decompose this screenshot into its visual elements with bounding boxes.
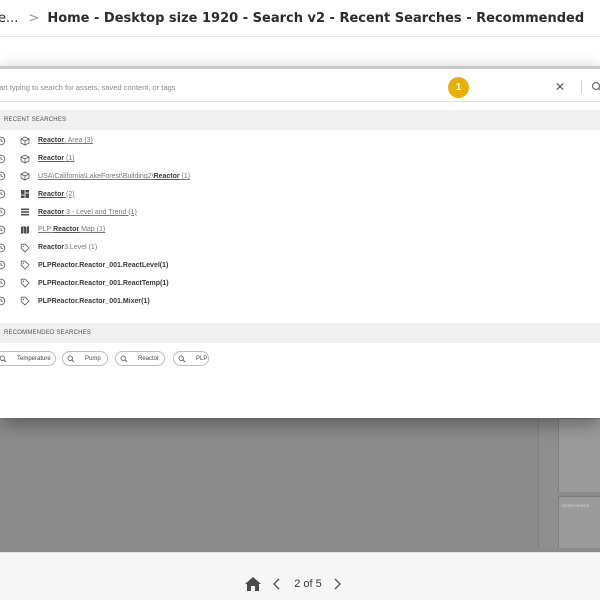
recent-search-label: Reactor, Area (3) bbox=[38, 137, 93, 145]
dashboard-icon bbox=[20, 189, 30, 199]
cube-icon bbox=[20, 136, 30, 146]
recent-search-item[interactable]: PLPReactor.Reactor_001.ReactTemp(1) bbox=[0, 274, 600, 292]
breadcrumb: e... > Home - Desktop size 1920 - Search… bbox=[0, 0, 600, 36]
recent-search-item[interactable]: Reactor, Area (3) bbox=[0, 132, 600, 150]
toolbar-band bbox=[0, 37, 600, 65]
clock-icon bbox=[0, 243, 6, 253]
chevron-right-icon bbox=[334, 578, 341, 590]
recommended-search-chip[interactable]: Reactor bbox=[115, 351, 165, 366]
chip-label: Reactor bbox=[138, 355, 160, 362]
tag-icon bbox=[20, 260, 30, 271]
clock-icon bbox=[0, 296, 6, 306]
search-dropdown-panel: 1 ✕ RECENT SEARCHES Reactor, Area (3) Rea… bbox=[0, 66, 600, 418]
clock-icon bbox=[0, 278, 6, 288]
recent-search-label: Reactor 3 - Level and Trend (1) bbox=[38, 208, 137, 216]
clock-icon bbox=[0, 171, 6, 181]
previous-page-button[interactable] bbox=[270, 576, 284, 592]
clock-icon bbox=[0, 225, 6, 235]
recent-search-label: PLPReactor.Reactor_001.Mixer(1) bbox=[38, 297, 150, 305]
cube-icon bbox=[20, 171, 30, 181]
chip-label: Temperature bbox=[17, 355, 51, 362]
recent-search-label: USA\California\LakeForest\Building2\Reac… bbox=[38, 172, 191, 180]
recent-search-item[interactable]: Reactor 3 - Level and Trend (1) bbox=[0, 203, 600, 221]
cube-icon bbox=[20, 154, 30, 164]
chip-label: PLP bbox=[196, 355, 208, 362]
tag-icon bbox=[20, 278, 30, 288]
list-icon bbox=[20, 207, 30, 217]
clock-icon bbox=[0, 207, 6, 217]
recent-search-label: Reactor3.Level (1) bbox=[38, 244, 98, 252]
recent-search-item[interactable]: Reactor3.Level (1) bbox=[0, 239, 600, 257]
next-page-button[interactable] bbox=[330, 576, 344, 592]
breadcrumb-previous-link[interactable]: e... bbox=[0, 11, 18, 26]
map-icon bbox=[20, 225, 30, 235]
dimmed-side-panel bbox=[558, 418, 600, 492]
recent-search-item[interactable]: PLPReactor.Reactor_001.Mixer(1) bbox=[0, 292, 600, 310]
annotation-badge: 1 bbox=[448, 77, 469, 98]
search-icon bbox=[120, 355, 133, 363]
search-icon bbox=[0, 355, 12, 363]
tag-icon bbox=[20, 296, 30, 306]
pager-bar: 2 of 5 bbox=[0, 552, 600, 600]
clock-icon bbox=[0, 189, 6, 199]
close-icon: ✕ bbox=[554, 80, 566, 94]
search-icon bbox=[67, 355, 80, 363]
recommended-searches-list: Temperature Pump Reactor PLP bbox=[0, 351, 600, 371]
clock-icon bbox=[0, 260, 6, 270]
recent-search-item[interactable]: PLP Reactor Map (1) bbox=[0, 221, 600, 239]
recent-search-item[interactable]: USA\California\LakeForest\Building2\Reac… bbox=[0, 168, 600, 186]
recommended-search-chip[interactable]: Temperature bbox=[0, 351, 56, 366]
dimmed-side-column bbox=[538, 418, 558, 548]
home-button[interactable] bbox=[244, 576, 262, 592]
workspace-label: WORKSPACE bbox=[562, 503, 590, 508]
recent-search-label: PLPReactor.Reactor_001.ReactLevel(1) bbox=[38, 261, 169, 269]
recent-search-item[interactable]: Reactor (2) bbox=[0, 185, 600, 203]
chevron-right-icon: > bbox=[28, 10, 40, 26]
recent-search-item[interactable]: PLPReactor.Reactor_001.ReactLevel(1) bbox=[0, 257, 600, 275]
recent-search-label: PLP Reactor Map (1) bbox=[38, 226, 106, 234]
chevron-left-icon bbox=[273, 578, 280, 590]
search-separator bbox=[581, 80, 582, 94]
chip-label: Pump bbox=[85, 355, 101, 362]
close-search-button[interactable]: ✕ bbox=[552, 77, 568, 97]
recommended-searches-header: RECOMMENDED SEARCHES bbox=[0, 323, 600, 343]
recent-search-label: Reactor (2) bbox=[38, 190, 75, 198]
recent-search-item[interactable]: Reactor (1) bbox=[0, 150, 600, 168]
home-icon bbox=[245, 577, 261, 591]
page-indicator: 2 of 5 bbox=[294, 578, 322, 590]
page-title: Home - Desktop size 1920 - Search v2 - R… bbox=[47, 10, 585, 26]
recent-searches-header: RECENT SEARCHES bbox=[0, 110, 600, 130]
search-icon bbox=[591, 81, 600, 91]
clock-icon bbox=[0, 154, 6, 164]
search-icon bbox=[178, 355, 191, 363]
recent-search-label: PLPReactor.Reactor_001.ReactTemp(1) bbox=[38, 279, 169, 287]
search-bar: 1 ✕ bbox=[0, 72, 600, 102]
tag-icon bbox=[20, 243, 30, 253]
recommended-search-chip[interactable]: Pump bbox=[62, 351, 108, 366]
recent-search-label: Reactor (1) bbox=[38, 155, 75, 163]
recommended-search-chip[interactable]: PLP bbox=[173, 351, 209, 366]
search-submit-button[interactable] bbox=[591, 80, 600, 94]
clock-icon bbox=[0, 136, 6, 146]
